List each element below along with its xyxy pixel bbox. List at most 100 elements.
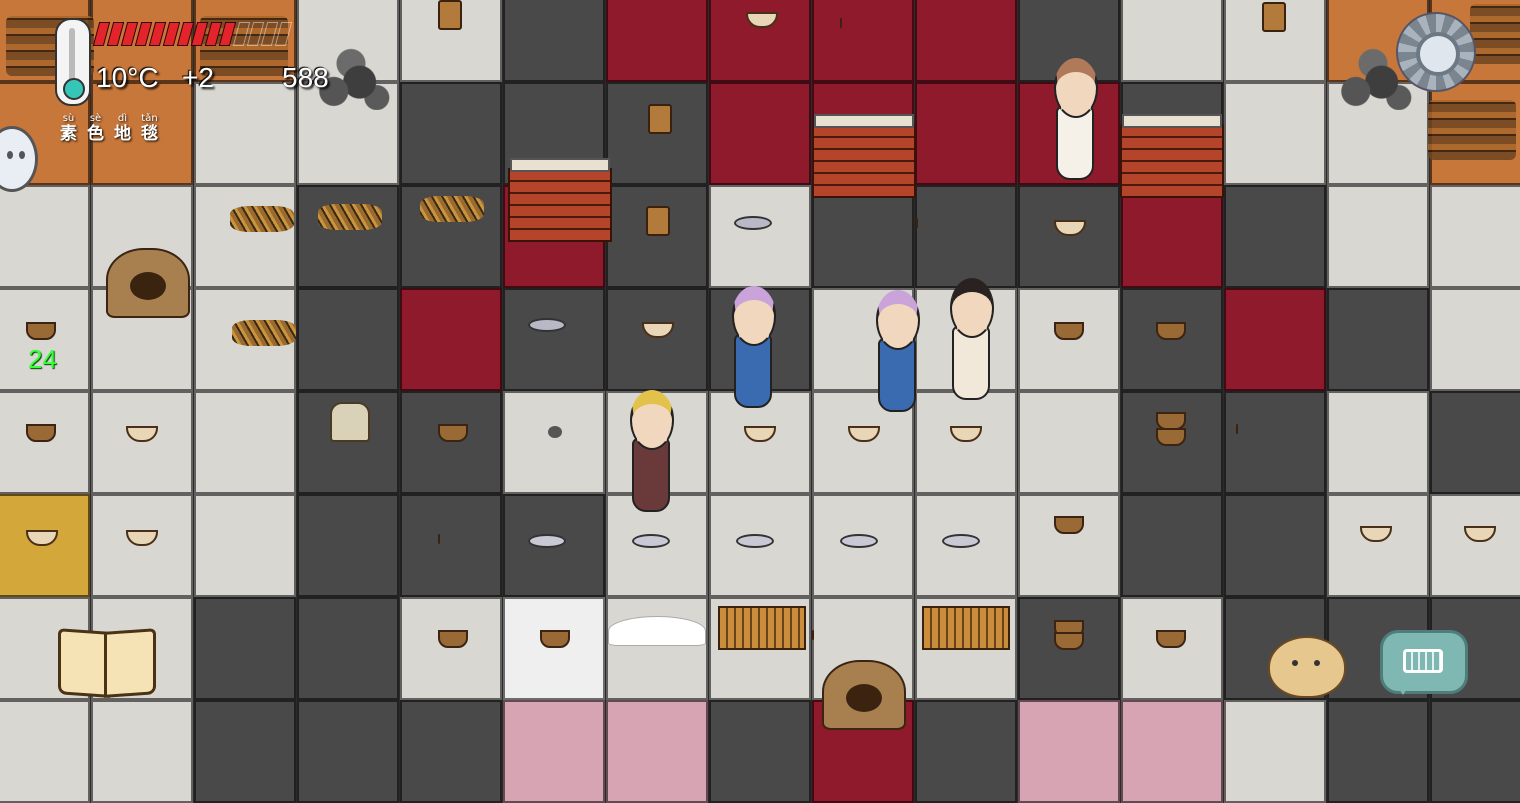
floor-tile[interactable] xyxy=(400,82,502,185)
floor-tile[interactable] xyxy=(297,494,399,597)
floor-tile[interactable] xyxy=(503,597,605,700)
floor-tile[interactable] xyxy=(297,700,399,803)
floor-tile[interactable] xyxy=(1121,494,1223,597)
floor-tile[interactable] xyxy=(194,185,296,288)
seed-sack[interactable] xyxy=(330,402,370,442)
woven-basket[interactable] xyxy=(438,630,468,648)
flat-stone[interactable] xyxy=(942,534,980,548)
floor-tile[interactable] xyxy=(1121,0,1223,82)
floor-tile[interactable] xyxy=(1018,700,1120,803)
floor-tile[interactable] xyxy=(194,391,296,494)
floor-tile[interactable] xyxy=(400,700,502,803)
floor-tile[interactable] xyxy=(1327,494,1429,597)
wooden-crate[interactable] xyxy=(718,606,806,650)
floor-tile[interactable] xyxy=(709,700,811,803)
floor-tile[interactable] xyxy=(1121,700,1223,803)
floor-tile[interactable] xyxy=(1430,494,1520,597)
floor-tile[interactable] xyxy=(503,700,605,803)
floor-tile[interactable] xyxy=(915,185,1017,288)
flat-stone[interactable] xyxy=(840,534,878,548)
round-stone[interactable] xyxy=(548,426,562,438)
floor-tile[interactable] xyxy=(91,391,193,494)
floor-tile[interactable] xyxy=(606,185,708,288)
floor-tile[interactable] xyxy=(1430,288,1520,391)
stone-plate[interactable] xyxy=(734,216,772,230)
floor-tile[interactable] xyxy=(1430,391,1520,494)
burning-log[interactable] xyxy=(916,218,918,228)
woven-basket[interactable] xyxy=(438,424,468,442)
floor-tile[interactable] xyxy=(297,288,399,391)
snow-pile[interactable] xyxy=(608,616,706,646)
floor-tile[interactable] xyxy=(1224,391,1326,494)
floor-tile[interactable] xyxy=(1224,700,1326,803)
floor-tile[interactable] xyxy=(1018,391,1120,494)
woven-basket[interactable] xyxy=(1054,632,1084,650)
floor-tile[interactable] xyxy=(812,0,914,82)
floor-tile[interactable] xyxy=(1121,185,1223,288)
woven-basket[interactable] xyxy=(540,630,570,648)
flat-stone[interactable] xyxy=(528,534,566,548)
woven-basket[interactable] xyxy=(1054,516,1084,534)
adobe-oven[interactable] xyxy=(812,114,916,198)
floor-tile[interactable] xyxy=(1121,597,1223,700)
floor-tile[interactable] xyxy=(194,700,296,803)
floor-tile[interactable] xyxy=(606,0,708,82)
flat-stone[interactable] xyxy=(632,534,670,548)
floor-tile[interactable] xyxy=(1327,700,1429,803)
floor-tile[interactable] xyxy=(915,700,1017,803)
kindling[interactable] xyxy=(318,204,382,230)
floor-tile[interactable] xyxy=(400,391,502,494)
floor-tile[interactable] xyxy=(297,185,399,288)
floor-tile[interactable] xyxy=(0,700,90,803)
floor-tile[interactable] xyxy=(400,288,502,391)
woven-basket[interactable] xyxy=(1054,322,1084,340)
adobe-oven[interactable] xyxy=(1120,114,1224,198)
potato-face-icon[interactable] xyxy=(1268,636,1346,698)
floor-tile[interactable] xyxy=(400,494,502,597)
woven-basket[interactable] xyxy=(1156,630,1186,648)
floor-tile[interactable] xyxy=(606,597,708,700)
wooden-bucket[interactable] xyxy=(1262,2,1286,32)
long-shaft[interactable] xyxy=(812,630,814,640)
woven-basket[interactable] xyxy=(1156,322,1186,340)
adobe-oven[interactable] xyxy=(508,158,612,242)
kindling[interactable] xyxy=(230,206,294,232)
bread-loaf[interactable] xyxy=(438,534,440,544)
floor-tile[interactable] xyxy=(709,185,811,288)
floor-tile[interactable] xyxy=(194,82,296,185)
game-world[interactable] xyxy=(0,0,1520,803)
floor-tile[interactable] xyxy=(503,391,605,494)
floor-tile[interactable] xyxy=(1018,494,1120,597)
stone-plate[interactable] xyxy=(528,318,566,332)
floor-tile[interactable] xyxy=(1224,288,1326,391)
floor-tile[interactable] xyxy=(1430,700,1520,803)
wooden-bucket[interactable] xyxy=(646,206,670,236)
floor-tile[interactable] xyxy=(606,700,708,803)
floor-tile[interactable] xyxy=(400,597,502,700)
adobe-kiln[interactable] xyxy=(106,248,190,318)
floor-tile[interactable] xyxy=(709,82,811,185)
floor-tile[interactable] xyxy=(91,700,193,803)
woven-basket[interactable] xyxy=(26,424,56,442)
gear-icon[interactable] xyxy=(1396,12,1476,92)
floor-tile[interactable] xyxy=(503,288,605,391)
floor-tile[interactable] xyxy=(1327,185,1429,288)
flat-stone[interactable] xyxy=(736,534,774,548)
wooden-crate[interactable] xyxy=(922,606,1010,650)
floor-tile[interactable] xyxy=(503,0,605,82)
open-book-icon[interactable] xyxy=(58,628,156,698)
firewood-pile[interactable] xyxy=(1470,4,1520,64)
floor-tile[interactable] xyxy=(297,597,399,700)
floor-tile[interactable] xyxy=(1430,185,1520,288)
kindling[interactable] xyxy=(232,320,296,346)
kindling[interactable] xyxy=(420,196,484,222)
long-shaft[interactable] xyxy=(1236,424,1238,434)
floor-tile[interactable] xyxy=(1327,288,1429,391)
wooden-bucket[interactable] xyxy=(648,104,672,134)
floor-tile[interactable] xyxy=(1224,494,1326,597)
floor-tile[interactable] xyxy=(1327,391,1429,494)
floor-tile[interactable] xyxy=(1224,82,1326,185)
floor-tile[interactable] xyxy=(194,597,296,700)
floor-tile[interactable] xyxy=(1224,185,1326,288)
wooden-bucket[interactable] xyxy=(438,0,462,30)
